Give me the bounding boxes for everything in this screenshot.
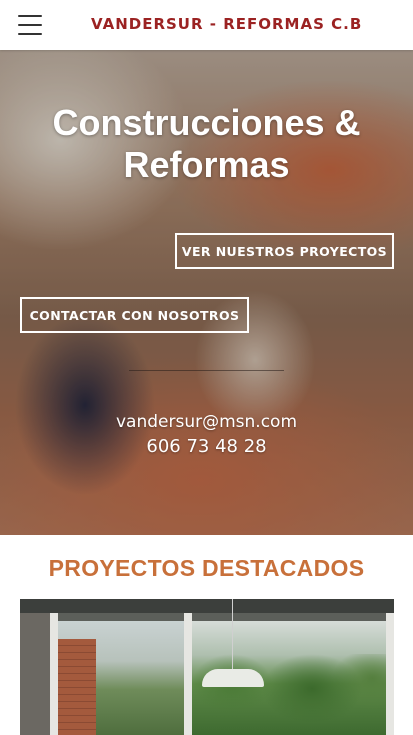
menu-bar: [18, 33, 42, 35]
image-window-frame: [184, 613, 192, 735]
site-header: VANDERSUR - REFORMAS C.B: [0, 0, 413, 50]
image-brick-pillar: [56, 639, 96, 735]
hero-section: Construcciones & Reformas VER NUESTROS P…: [0, 50, 413, 535]
featured-project-image[interactable]: [20, 599, 394, 735]
image-lamp: [202, 669, 264, 687]
image-window-frame: [386, 613, 394, 735]
phone-link[interactable]: 606 73 48 28: [0, 436, 413, 457]
view-projects-button[interactable]: VER NUESTROS PROYECTOS: [175, 233, 394, 269]
image-lamp-cord: [232, 599, 233, 671]
contact-button[interactable]: CONTACTAR CON NOSOTROS: [20, 297, 249, 333]
site-title[interactable]: VANDERSUR - REFORMAS C.B: [91, 15, 362, 33]
image-wall: [20, 613, 54, 735]
hero-title: Construcciones & Reformas: [52, 102, 361, 185]
hero-divider: [129, 370, 284, 371]
email-link[interactable]: vandersur@msn.com: [0, 412, 413, 432]
image-trees: [192, 654, 394, 735]
featured-projects-title: PROYECTOS DESTACADOS: [48, 555, 365, 581]
image-window-frame: [50, 613, 58, 735]
menu-bar: [18, 24, 42, 26]
menu-bar: [18, 15, 42, 17]
image-ceiling: [20, 599, 394, 613]
hamburger-menu-icon[interactable]: [18, 15, 42, 35]
